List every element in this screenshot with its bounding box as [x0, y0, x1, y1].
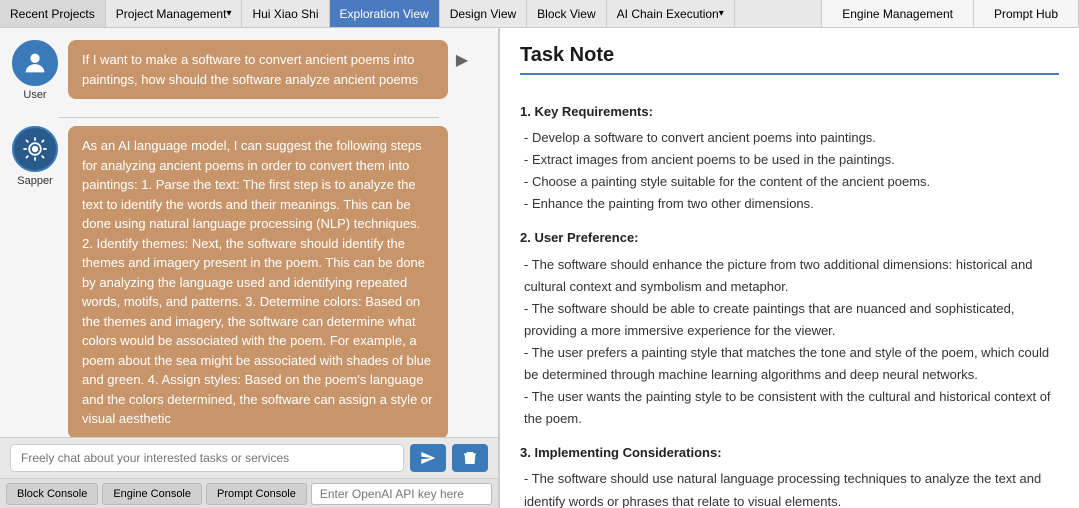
section-item-1-2: - The user prefers a painting style that…	[520, 342, 1059, 386]
tab-engine-management[interactable]: Engine Management	[822, 0, 974, 27]
tab-exploration-view[interactable]: Exploration View	[330, 0, 440, 27]
tab-hui-xiao-shi[interactable]: Hui Xiao Shi	[242, 0, 329, 27]
chat-area[interactable]: User If I want to make a software to con…	[0, 28, 498, 437]
section-heading-2: 3. Implementing Considerations:	[520, 442, 1059, 464]
user-avatar	[12, 40, 58, 86]
section-item-0-0: - Develop a software to convert ancient …	[520, 127, 1059, 149]
section-item-0-2: - Choose a painting style suitable for t…	[520, 171, 1059, 193]
section-item-0-3: - Enhance the painting from two other di…	[520, 193, 1059, 215]
tab-prompt-hub[interactable]: Prompt Hub	[974, 0, 1079, 27]
user-bubble: If I want to make a software to convert …	[68, 40, 448, 99]
section-item-1-3: - The user wants the painting style to b…	[520, 386, 1059, 430]
send-button[interactable]	[410, 444, 446, 472]
trash-icon	[462, 450, 478, 466]
api-key-input[interactable]	[311, 483, 492, 505]
tab-project-management[interactable]: Project Management	[106, 0, 243, 27]
user-bubble-wrapper: If I want to make a software to convert …	[68, 40, 472, 99]
chat-divider	[59, 117, 438, 118]
sapper-bubble: As an AI language model, I can suggest t…	[68, 126, 448, 437]
tab-block-console[interactable]: Block Console	[6, 483, 98, 505]
tab-design-view[interactable]: Design View	[440, 0, 527, 27]
nav-right: Engine Management Prompt Hub	[821, 0, 1079, 27]
chat-input-area	[0, 437, 498, 478]
sapper-avatar	[12, 126, 58, 172]
tab-engine-console[interactable]: Engine Console	[102, 483, 202, 505]
left-panel: User If I want to make a software to con…	[0, 28, 500, 508]
user-message-row: User If I want to make a software to con…	[12, 40, 486, 101]
scroll-right-icon: ▶	[452, 50, 472, 70]
tab-recent-projects[interactable]: Recent Projects	[0, 0, 106, 27]
tab-ai-chain-execution[interactable]: AI Chain Execution	[607, 0, 735, 27]
main-content: User If I want to make a software to con…	[0, 28, 1079, 508]
send-icon	[420, 450, 436, 466]
top-nav: Recent Projects Project Management Hui X…	[0, 0, 1079, 28]
sapper-message-row: Sapper As an AI language model, I can su…	[12, 126, 486, 437]
delete-button[interactable]	[452, 444, 488, 472]
section-heading-1: 2. User Preference:	[520, 227, 1059, 249]
sapper-icon	[21, 135, 49, 163]
user-avatar-container: User	[12, 40, 58, 101]
section-item-1-0: - The software should enhance the pictur…	[520, 254, 1059, 298]
section-item-0-1: - Extract images from ancient poems to b…	[520, 149, 1059, 171]
sapper-avatar-container: Sapper	[12, 126, 58, 187]
user-label: User	[23, 89, 46, 101]
section-item-1-1: - The software should be able to create …	[520, 298, 1059, 342]
user-icon	[21, 49, 49, 77]
bottom-bar: Block Console Engine Console Prompt Cons…	[0, 478, 498, 508]
right-panel[interactable]: Task Note 1. Key Requirements: - Develop …	[500, 28, 1079, 508]
sapper-label: Sapper	[17, 175, 52, 187]
section-heading-0: 1. Key Requirements:	[520, 101, 1059, 123]
section-item-2-0: - The software should use natural langua…	[520, 468, 1059, 508]
task-note-title: Task Note	[520, 44, 1059, 75]
tab-block-view[interactable]: Block View	[527, 0, 606, 27]
task-note-content: 1. Key Requirements: - Develop a software…	[520, 89, 1059, 508]
tab-prompt-console[interactable]: Prompt Console	[206, 483, 307, 505]
chat-text-input[interactable]	[10, 444, 404, 472]
